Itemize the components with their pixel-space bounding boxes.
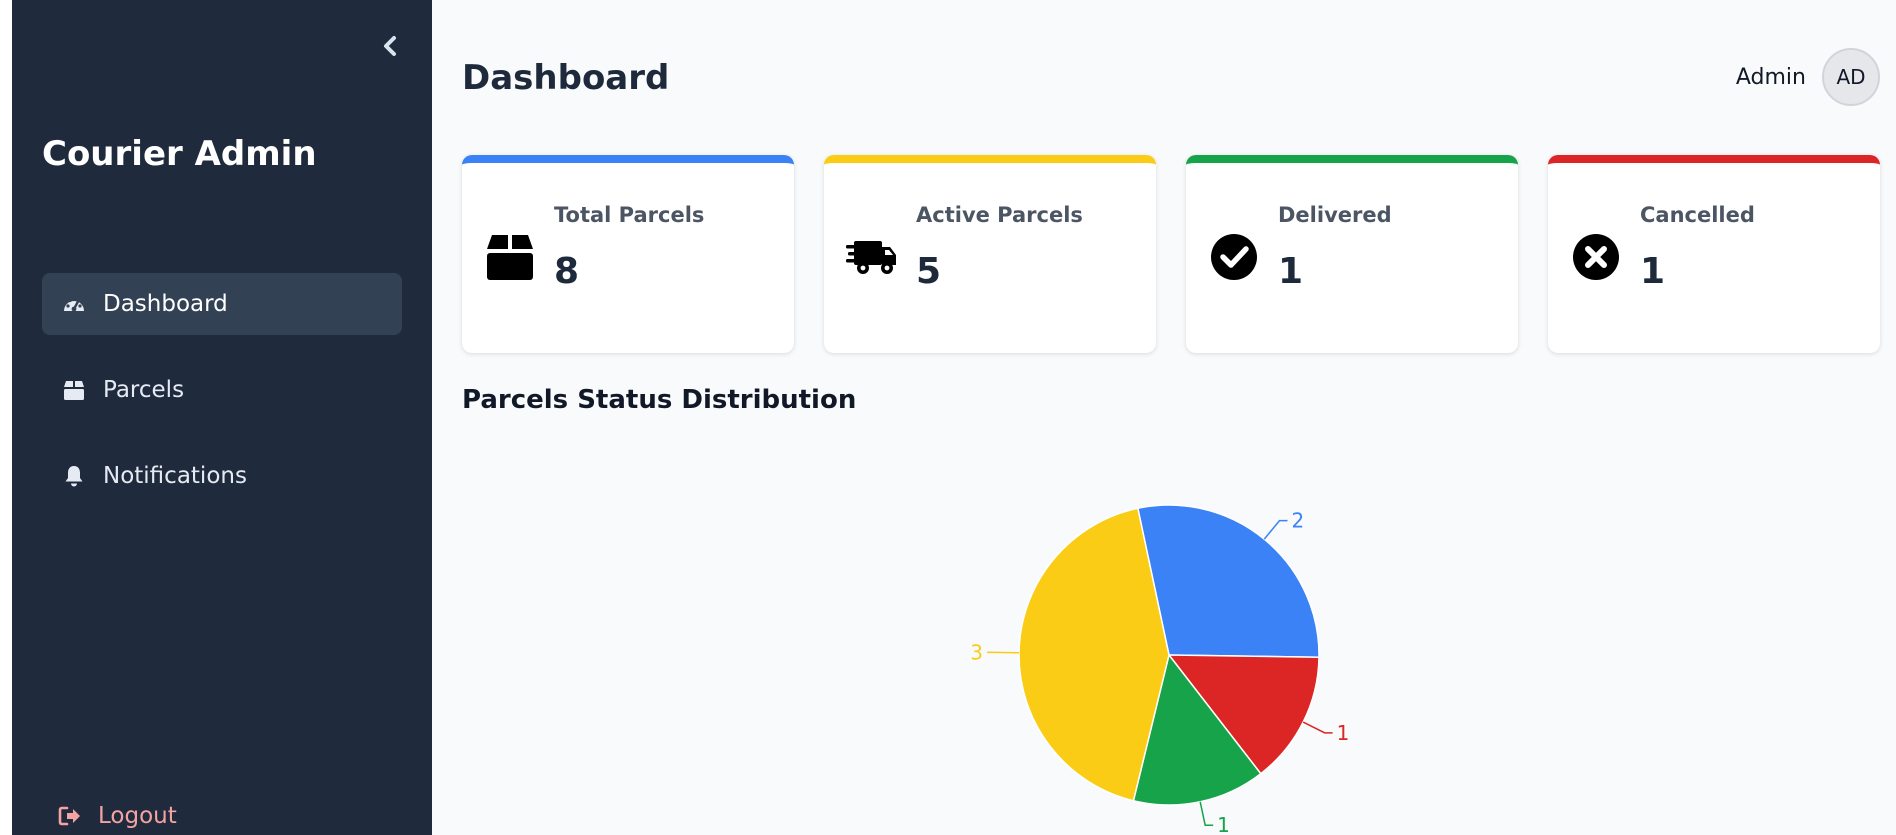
gauge-icon	[62, 292, 86, 316]
stat-label: Delivered	[1278, 203, 1392, 227]
stat-card-delivered: Delivered 1	[1186, 155, 1518, 353]
sidebar-item-label: Notifications	[103, 463, 247, 489]
stat-card-cancelled: Cancelled 1	[1548, 155, 1880, 353]
stats-cards: Total Parcels 8 Active Parcels 5 Deliver…	[462, 155, 1880, 353]
stat-label: Cancelled	[1640, 203, 1755, 227]
pie-label-line	[1199, 801, 1214, 826]
box-icon	[62, 378, 86, 402]
sidebar: Courier Admin Dashboard Parcels Notifica…	[12, 0, 432, 835]
sidebar-item-label: Parcels	[103, 377, 185, 403]
pie-data-label: 2	[1292, 509, 1305, 533]
page-title: Dashboard	[462, 58, 670, 98]
status-pie-chart: 2 1 1 3	[970, 504, 1350, 835]
truck-fast-icon	[846, 231, 898, 283]
check-circle-icon	[1208, 231, 1260, 283]
brand-title: Courier Admin	[42, 134, 317, 174]
sidebar-nav: Dashboard Parcels Notifications	[42, 273, 402, 531]
stat-value: 5	[916, 251, 942, 292]
stat-value: 8	[554, 251, 580, 292]
pie-label-line	[1263, 519, 1288, 540]
logout-button[interactable]: Logout	[58, 803, 177, 829]
stat-label: Active Parcels	[916, 203, 1083, 227]
user-name: Admin	[1735, 64, 1806, 90]
pie-data-label: 3	[970, 640, 983, 664]
pie-label-line	[1302, 721, 1333, 734]
logout-label: Logout	[98, 803, 177, 829]
stat-card-active-parcels: Active Parcels 5	[824, 155, 1156, 353]
pie-data-label: 1	[1217, 813, 1230, 835]
main-content: Dashboard Admin AD Total Parcels 8 Activ…	[432, 0, 1896, 835]
chevron-left-icon	[384, 36, 396, 56]
avatar[interactable]: AD	[1822, 48, 1880, 106]
stat-card-total-parcels: Total Parcels 8	[462, 155, 794, 353]
sidebar-item-parcels[interactable]: Parcels	[42, 359, 402, 421]
collapse-sidebar-button[interactable]	[364, 30, 416, 62]
stat-value: 1	[1640, 251, 1666, 292]
stat-label: Total Parcels	[554, 203, 705, 227]
user-menu: Admin AD	[1736, 48, 1880, 106]
sidebar-item-notifications[interactable]: Notifications	[42, 445, 402, 507]
sign-out-icon	[58, 804, 84, 828]
pie-data-label: 1	[1337, 721, 1350, 745]
chart-title: Parcels Status Distribution	[462, 385, 857, 415]
x-circle-icon	[1570, 231, 1622, 283]
box-icon	[484, 231, 536, 283]
sidebar-item-dashboard[interactable]: Dashboard	[42, 273, 402, 335]
sidebar-item-label: Dashboard	[103, 291, 228, 317]
stat-value: 1	[1278, 251, 1304, 292]
bell-icon	[62, 464, 86, 488]
